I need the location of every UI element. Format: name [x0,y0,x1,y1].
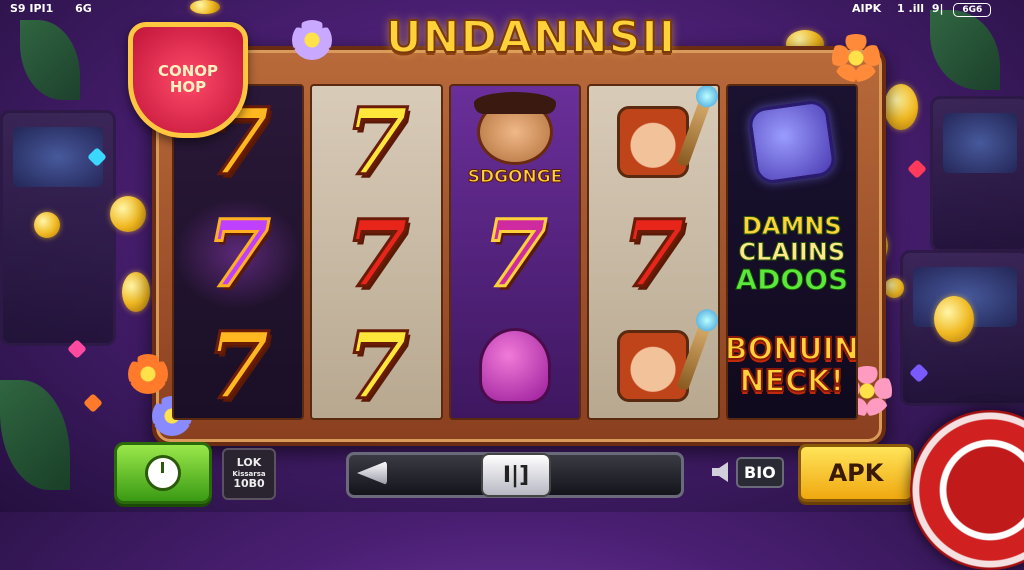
reel-4-symbol-middle: 7 [620,200,687,308]
reel-2-symbol-middle: 7 [343,200,410,308]
reel-3-symbol-bottom [451,310,579,418]
casino-chip-icon [910,410,1024,570]
coin-icon [884,84,918,130]
reel-4-symbol-bottom [589,310,717,418]
sound-label: BIO [736,456,784,488]
reel-3-symbol-top: SDGONGE [451,86,579,198]
promo-line-3: ADOOS [735,263,849,296]
bonus-line-2: NECK! [739,364,846,399]
bet-info-line-1: LOK [236,456,262,470]
sound-control[interactable]: BIO [712,452,788,492]
coin-icon [190,0,220,14]
leaf-decoration [20,20,80,100]
battery-icon: 6G6 [953,3,992,17]
wifi-icon: 9| [931,2,944,15]
bet-info-line-3: 10B0 [233,477,265,491]
leaf-decoration [0,380,70,490]
bet-info-box: LOK Kissarsa 10B0 [222,448,276,500]
candy-bag-icon [746,98,837,186]
hero-girl-icon [617,321,713,402]
coin-icon [934,296,974,342]
reel-2-symbol-bottom: 7 [343,312,410,420]
apk-button[interactable]: APK [798,444,914,502]
reel-5-bonus: BONUIN NECK! [725,310,859,418]
coin-icon [122,272,150,312]
reel-3-label: SDGONGE [467,166,563,187]
bonus-line-1: BONUIN [725,332,859,367]
arcade-machine-right-top [930,96,1024,252]
reel-3: SDGONGE 7 [448,84,582,420]
reel-4-symbol-top [589,86,717,198]
flower-icon [832,34,880,82]
reel-5-symbol-top [728,86,856,198]
promo-badge[interactable]: CONOP HOP [128,22,248,138]
coin-icon [110,196,146,232]
status-bar-right: AIPK 1 .ill 9| 6G6 [852,0,992,18]
flower-icon [128,354,168,394]
reel-1-symbol-middle: 7 [174,198,303,310]
game-title: UNDANNSII [385,11,677,64]
reel-5-promo: DAMNS CLAIINS ADOOS [728,198,856,310]
signal-icon: 1 .ill [897,2,925,15]
slider-left-arrow-icon[interactable] [357,461,387,485]
reel-3-symbol-middle: 7 [481,200,548,308]
coin-icon [884,278,904,298]
spin-button[interactable] [114,442,212,504]
status-bar-left: S9 IPI1 6G [10,0,92,18]
reel-2: 7 7 7 [310,84,443,420]
pirate-icon [474,91,557,165]
promo-line-2: CLAIINS [738,238,846,266]
network-indicator: 6G [75,2,92,15]
badge-line-2: HOP [169,78,207,96]
bet-slider[interactable]: I|] [346,452,684,498]
coin-icon [34,212,60,238]
reels-area: 7 7 7 7 7 7 SDGONGE 7 7 DAMNS CLAIINS AD… [172,84,859,420]
reel-1-symbol-bottom: 7 [205,312,272,420]
octopus-icon [479,328,552,404]
gem-icon [907,159,927,179]
reel-2-symbol-top: 7 [343,88,410,196]
speaker-icon [712,462,728,482]
hero-girl-icon [617,97,713,178]
reel-4: 7 [587,84,720,420]
carrier-text: S9 IPI1 [10,2,54,15]
reel-5: DAMNS CLAIINS ADOOS BONUIN NECK! [725,84,859,420]
promo-line-1: DAMNS [741,212,842,240]
leaf-decoration [930,10,1000,90]
app-label: AIPK [852,2,882,15]
slider-knob[interactable]: I|] [481,453,551,497]
gem-icon [83,393,103,413]
flower-icon [292,20,332,60]
clock-icon [145,455,181,491]
